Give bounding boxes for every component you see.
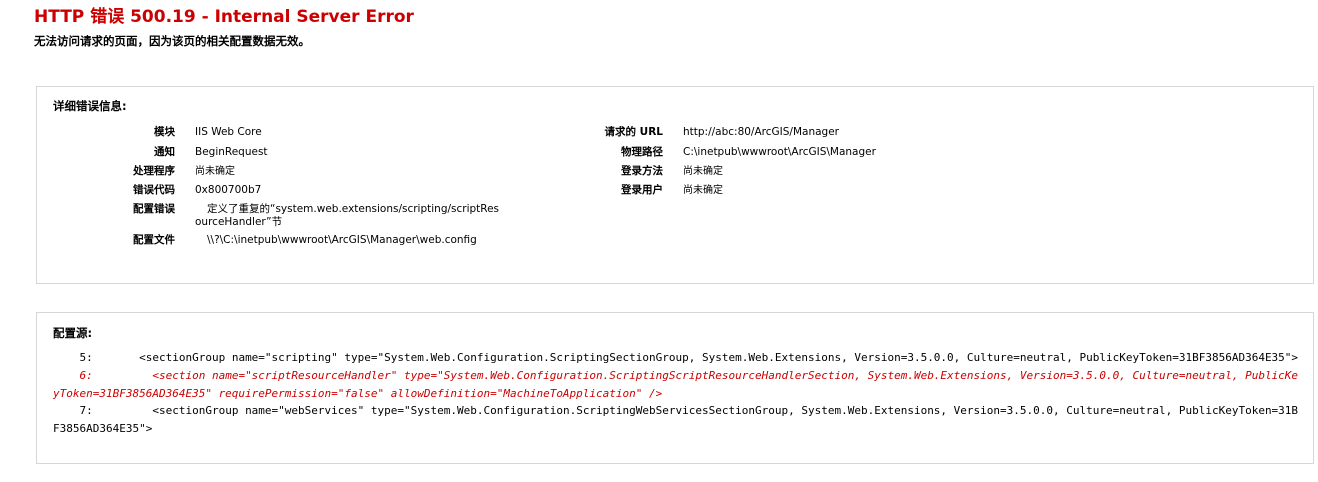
- field-logon-method: 登录方法 尚未确定: [563, 165, 983, 184]
- code-line-7: 7: <sectionGroup name="webServices" type…: [53, 404, 1299, 436]
- field-label-logon-method: 登录方法: [621, 165, 663, 177]
- field-notification: 通知 BeginRequest: [99, 146, 505, 165]
- field-label-request-url: 请求的 URL: [604, 126, 663, 138]
- field-request-url: 请求的 URL http://abc:80/ArcGIS/Manager: [563, 126, 983, 146]
- field-value-physical-path: C:\inetpub\wwwroot\ArcGIS\Manager: [683, 146, 876, 158]
- field-value-config-file: \\?\C:\inetpub\wwwroot\ArcGIS\Manager\we…: [207, 234, 477, 246]
- error-header: HTTP 错误 500.19 - Internal Server Error 无…: [34, 6, 414, 49]
- detailed-error-panel: 详细错误信息: 模块 IIS Web Core 通知 BeginRequest …: [36, 86, 1314, 284]
- field-value-logon-method: 尚未确定: [683, 166, 723, 177]
- field-physical-path: 物理路径 C:\inetpub\wwwroot\ArcGIS\Manager: [563, 146, 983, 165]
- field-label-physical-path: 物理路径: [621, 146, 663, 158]
- field-handler: 处理程序 尚未确定: [99, 165, 505, 184]
- field-label-notification: 通知: [154, 146, 175, 158]
- field-config-file: 配置文件 \\?\C:\inetpub\wwwroot\ArcGIS\Manag…: [99, 234, 505, 264]
- field-logon-user: 登录用户 尚未确定: [563, 184, 983, 203]
- field-label-handler: 处理程序: [133, 165, 175, 177]
- field-value-module: IIS Web Core: [195, 126, 262, 138]
- field-config-error: 配置错误 定义了重复的“system.web.extensions/script…: [99, 203, 505, 234]
- detail-left-column: 模块 IIS Web Core 通知 BeginRequest 处理程序 尚未确…: [99, 126, 505, 264]
- field-label-logon-user: 登录用户: [621, 184, 663, 196]
- code-line-6-highlighted: 6: <section name="scriptResourceHandler"…: [53, 368, 1299, 400]
- field-value-error-code: 0x800700b7: [195, 184, 262, 196]
- field-label-module: 模块: [154, 126, 175, 138]
- field-value-notification: BeginRequest: [195, 146, 268, 158]
- field-value-logon-user: 尚未确定: [683, 185, 723, 196]
- config-source-panel: 配置源: 5: <sectionGroup name="scripting" t…: [36, 312, 1314, 464]
- detailed-error-heading: 详细错误信息:: [53, 99, 127, 113]
- field-label-config-file: 配置文件: [133, 234, 175, 246]
- config-source-code: 5: <sectionGroup name="scripting" type="…: [53, 349, 1299, 438]
- field-module: 模块 IIS Web Core: [99, 126, 505, 146]
- field-label-config-error: 配置错误: [133, 203, 175, 215]
- error-title: HTTP 错误 500.19 - Internal Server Error: [34, 7, 414, 27]
- error-subtitle: 无法访问请求的页面，因为该页的相关配置数据无效。: [34, 34, 310, 48]
- field-value-request-url: http://abc:80/ArcGIS/Manager: [683, 126, 839, 138]
- field-error-code: 错误代码 0x800700b7: [99, 184, 505, 203]
- config-source-heading: 配置源:: [53, 326, 93, 340]
- code-line-5: 5: <sectionGroup name="scripting" type="…: [53, 351, 1299, 364]
- field-value-config-error: 定义了重复的“system.web.extensions/scripting/s…: [195, 203, 500, 228]
- field-label-error-code: 错误代码: [133, 184, 175, 196]
- field-value-handler: 尚未确定: [195, 166, 235, 177]
- detail-right-column: 请求的 URL http://abc:80/ArcGIS/Manager 物理路…: [563, 126, 983, 203]
